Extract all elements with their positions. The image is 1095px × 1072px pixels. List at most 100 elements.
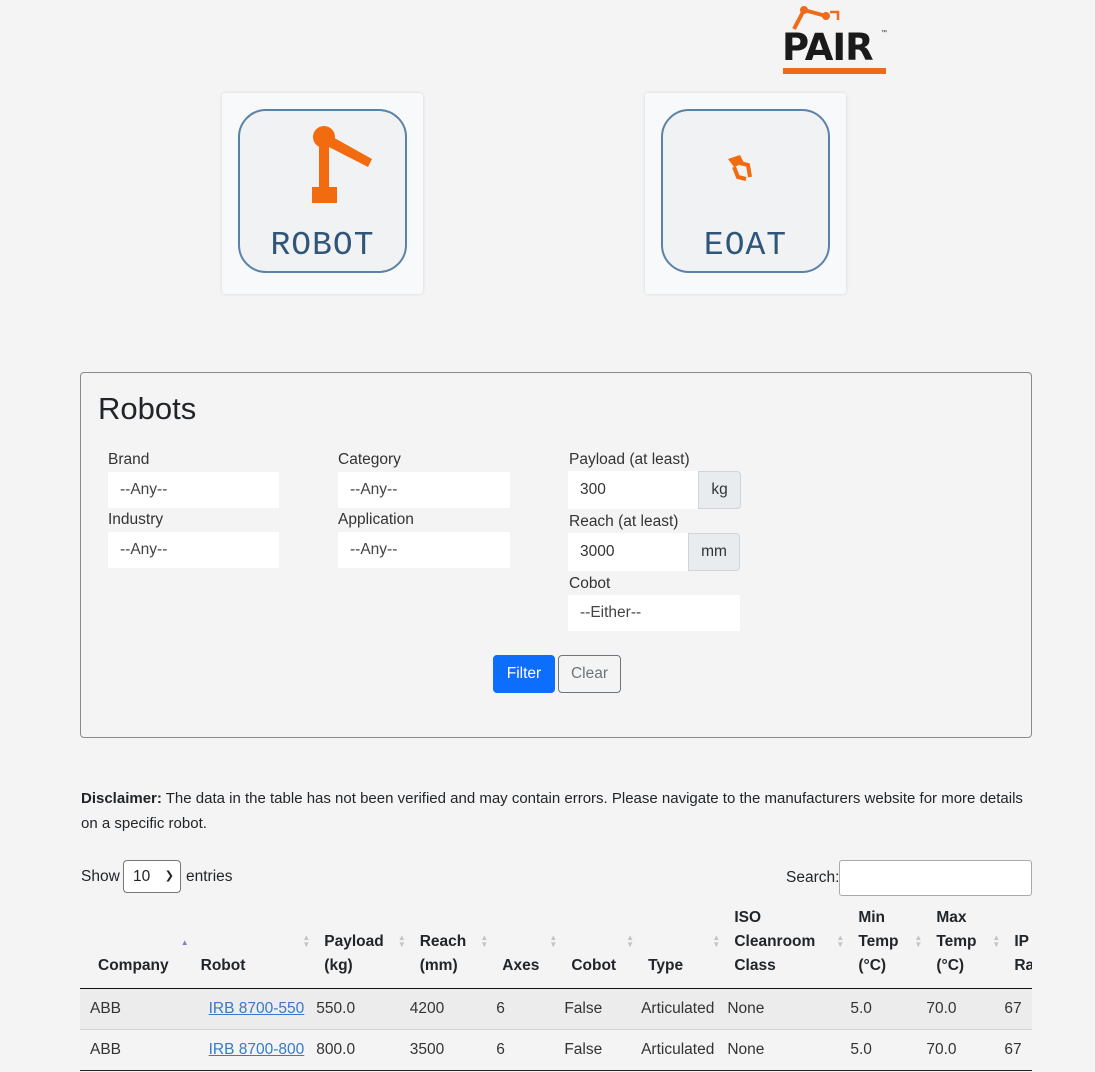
header-label: Type bbox=[648, 956, 684, 974]
payload-unit: kg bbox=[698, 471, 741, 509]
entries-label: entries bbox=[186, 868, 233, 885]
sort-icon: ▲ ▼ bbox=[836, 933, 845, 950]
header-label: ISO Cleanroom Class bbox=[734, 908, 816, 974]
search-label: Search: bbox=[786, 869, 840, 886]
logo-text: PAIR bbox=[782, 26, 874, 69]
robot-link[interactable]: IRB 8700-800 bbox=[209, 1041, 305, 1058]
disclaimer: Disclaimer: The data in the table has no… bbox=[81, 787, 1041, 836]
column-header-robot[interactable]: Robot ▲ ▼ bbox=[190, 895, 315, 989]
cell-reach: 3500 bbox=[409, 1029, 493, 1071]
table-row: ABB IRB 8700-800 800.0 3500 6 False Arti… bbox=[80, 1029, 1032, 1071]
category-label: Category bbox=[338, 451, 401, 468]
eoat-card-container: EOAT bbox=[645, 93, 846, 294]
cell-robot: IRB 8700-550 bbox=[190, 988, 315, 1030]
column-header-axes[interactable]: Axes ▲ ▼ bbox=[492, 895, 562, 989]
robot-category-card[interactable]: ROBOT bbox=[238, 109, 407, 273]
pair-logo[interactable]: PAIR ™ bbox=[780, 2, 890, 76]
eoat-category-card[interactable]: EOAT bbox=[661, 109, 830, 273]
column-header-iso-cleanroom-class[interactable]: ISO Cleanroom Class ▲ ▼ bbox=[724, 895, 849, 989]
robots-table-container: Company ▲ Robot ▲ ▼ Payload (kg) ▲ ▼ Reach (m… bbox=[80, 895, 1032, 1072]
cell-reach: 4200 bbox=[409, 988, 493, 1030]
table-header-row: Company ▲ Robot ▲ ▼ Payload (kg) ▲ ▼ Reach (m… bbox=[80, 895, 1032, 989]
cell-min-temp: 5.0 bbox=[848, 1029, 927, 1071]
sort-icon: ▲ ▼ bbox=[480, 933, 489, 950]
cell-ip-rating: 67 bbox=[1004, 988, 1032, 1030]
header-label: IP Rating bbox=[1014, 932, 1032, 974]
sort-ascending-icon: ▲ bbox=[180, 937, 189, 947]
search-input[interactable] bbox=[839, 860, 1032, 896]
cell-max-temp: 70.0 bbox=[926, 1029, 1005, 1071]
robot-card-container: ROBOT bbox=[222, 93, 423, 294]
header-label: Company bbox=[98, 956, 169, 974]
show-label: Show bbox=[81, 868, 120, 885]
gripper-icon bbox=[728, 155, 752, 181]
cell-company: ABB bbox=[80, 1029, 191, 1071]
reach-unit: mm bbox=[688, 533, 740, 571]
cell-type: Articulated bbox=[638, 988, 725, 1030]
sort-icon: ▲ ▼ bbox=[626, 933, 635, 950]
application-select[interactable]: --Any-- bbox=[338, 532, 510, 568]
sort-icon: ▲ ▼ bbox=[549, 933, 558, 950]
column-header-payload[interactable]: Payload (kg) ▲ ▼ bbox=[314, 895, 410, 989]
column-header-reach[interactable]: Reach (mm) ▲ ▼ bbox=[409, 895, 493, 989]
cell-company: ABB bbox=[80, 988, 191, 1030]
cell-iso-class: None bbox=[724, 1029, 849, 1071]
cell-axes: 6 bbox=[492, 988, 562, 1030]
eoat-card-label: EOAT bbox=[703, 227, 788, 264]
header-label: Max Temp (°C) bbox=[936, 908, 977, 974]
sort-icon: ▲ ▼ bbox=[712, 933, 721, 950]
column-header-min-temp[interactable]: Min Temp (°C) ▲ ▼ bbox=[848, 895, 927, 989]
reach-input[interactable]: 3000 bbox=[568, 533, 689, 571]
entries-value: 10 bbox=[133, 868, 151, 885]
cell-axes: 6 bbox=[492, 1029, 562, 1071]
chevron-down-icon: ❯ bbox=[164, 870, 174, 882]
clear-button[interactable]: Clear bbox=[558, 655, 621, 693]
application-label: Application bbox=[338, 511, 414, 528]
robot-card-label: ROBOT bbox=[270, 227, 375, 264]
logo-trademark: ™ bbox=[881, 30, 887, 36]
robot-arm-icon bbox=[312, 126, 372, 203]
cell-ip-rating: 67 bbox=[1004, 1029, 1032, 1071]
header-label: Robot bbox=[200, 956, 246, 974]
robots-table: Company ▲ Robot ▲ ▼ Payload (kg) ▲ ▼ Reach (m… bbox=[80, 895, 1032, 1071]
cell-max-temp: 70.0 bbox=[926, 988, 1005, 1030]
brand-label: Brand bbox=[108, 451, 150, 468]
reach-label: Reach (at least) bbox=[569, 513, 679, 530]
industry-select[interactable]: --Any-- bbox=[108, 532, 279, 568]
filter-button[interactable]: Filter bbox=[493, 655, 555, 693]
cell-payload: 550.0 bbox=[314, 988, 410, 1030]
cobot-label: Cobot bbox=[569, 575, 611, 592]
disclaimer-heading: Disclaimer: bbox=[81, 790, 162, 807]
category-select[interactable]: --Any-- bbox=[338, 472, 510, 508]
table-row: ABB IRB 8700-550 550.0 4200 6 False Arti… bbox=[80, 988, 1032, 1030]
cell-type: Articulated bbox=[638, 1029, 725, 1071]
cell-iso-class: None bbox=[724, 988, 849, 1030]
brand-select[interactable]: --Any-- bbox=[108, 472, 279, 508]
panel-title: Robots bbox=[98, 391, 197, 426]
column-header-company[interactable]: Company ▲ bbox=[80, 895, 191, 989]
cobot-select[interactable]: --Either-- bbox=[568, 595, 740, 631]
industry-label: Industry bbox=[108, 511, 164, 528]
robot-filter-panel: Robots Brand --Any-- Industry --Any-- Ca… bbox=[80, 372, 1032, 738]
column-header-ip-rating[interactable]: IP Rating▲▼ bbox=[1004, 895, 1032, 989]
cell-robot: IRB 8700-800 bbox=[190, 1029, 315, 1071]
disclaimer-text: The data in the table has not been verif… bbox=[81, 790, 1023, 832]
sort-icon: ▲ ▼ bbox=[992, 933, 1001, 950]
robot-link[interactable]: IRB 8700-550 bbox=[209, 1000, 305, 1017]
sort-icon: ▲ ▼ bbox=[397, 933, 406, 950]
cell-cobot: False bbox=[561, 988, 639, 1030]
payload-input[interactable]: 300 bbox=[568, 471, 698, 509]
entries-per-page-select[interactable]: 10 ❯ bbox=[123, 860, 181, 893]
logo-underline bbox=[783, 68, 886, 74]
cell-payload: 800.0 bbox=[314, 1029, 410, 1071]
cell-cobot: False bbox=[561, 1029, 639, 1071]
header-label: Min Temp (°C) bbox=[858, 908, 899, 974]
column-header-cobot[interactable]: Cobot ▲ ▼ bbox=[561, 895, 639, 989]
header-label: Cobot bbox=[571, 956, 617, 974]
column-header-type[interactable]: Type ▲ ▼ bbox=[638, 895, 725, 989]
header-label: Reach (mm) bbox=[419, 932, 467, 974]
cell-min-temp: 5.0 bbox=[848, 988, 927, 1030]
column-header-max-temp[interactable]: Max Temp (°C) ▲ ▼ bbox=[926, 895, 1005, 989]
header-label: Payload (kg) bbox=[324, 932, 384, 974]
header-label: Axes bbox=[502, 956, 540, 974]
